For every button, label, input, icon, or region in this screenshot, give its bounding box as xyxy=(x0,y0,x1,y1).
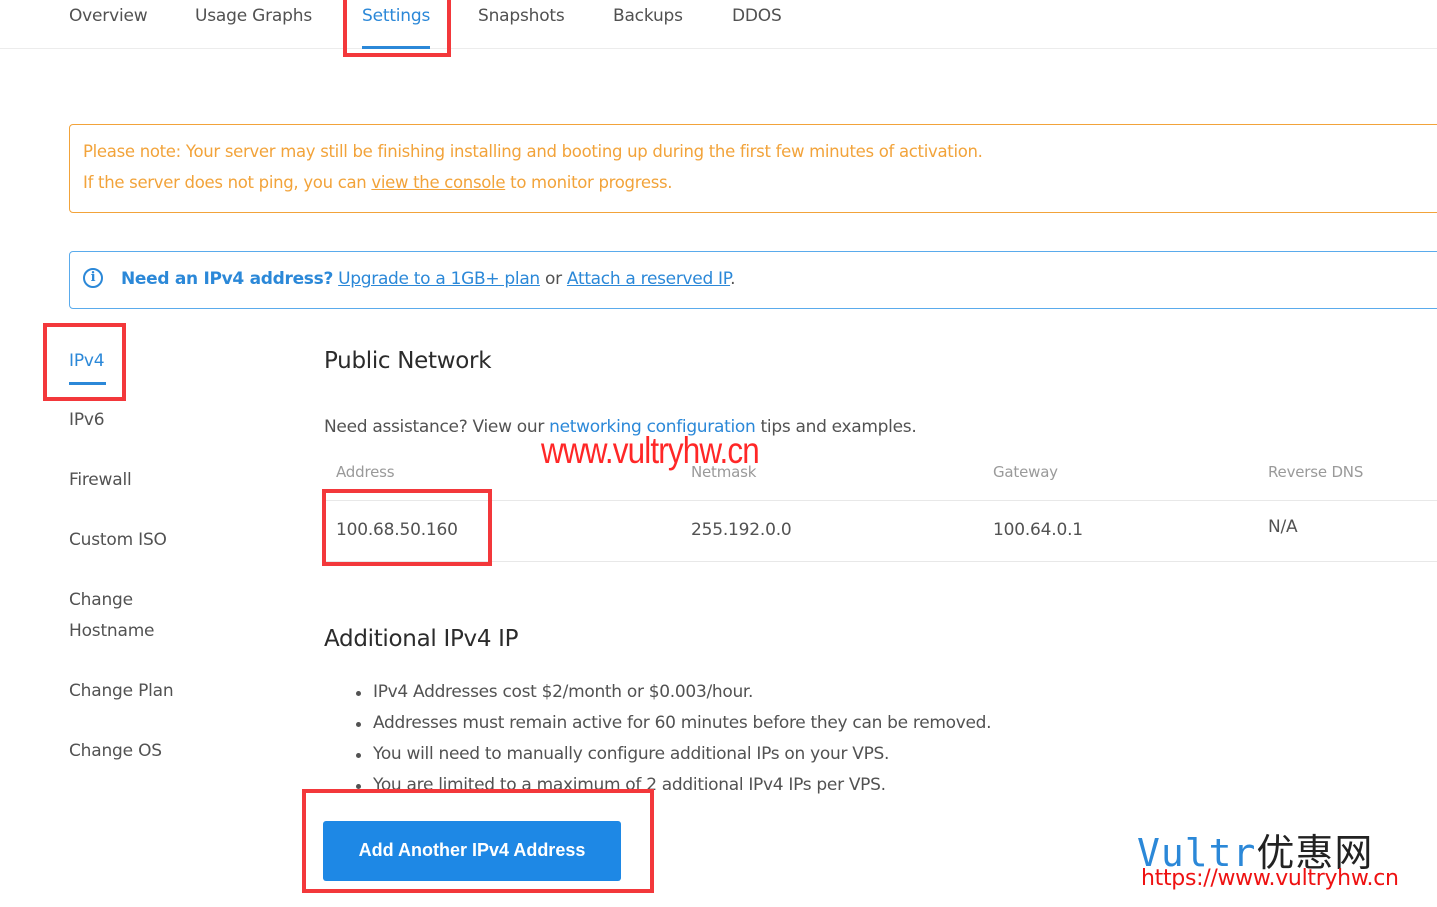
table-divider xyxy=(324,561,1437,562)
sidebar-item-ipv6[interactable]: IPv6 xyxy=(69,405,105,436)
assist-text-end: tips and examples. xyxy=(755,417,917,437)
cell-address: 100.68.50.160 xyxy=(336,520,458,540)
add-another-ipv4-button[interactable]: Add Another IPv4 Address xyxy=(323,821,621,881)
list-item: Addresses must remain active for 60 minu… xyxy=(355,711,992,742)
tab-snapshots[interactable]: Snapshots xyxy=(478,6,565,26)
cell-netmask: 255.192.0.0 xyxy=(691,520,792,540)
additional-ipv4-title: Additional IPv4 IP xyxy=(324,626,519,652)
sidebar-item-ipv4[interactable]: IPv4 xyxy=(69,346,107,385)
column-header-address: Address xyxy=(336,463,395,481)
sidebar-item-custom-iso[interactable]: Custom ISO xyxy=(69,525,167,556)
sidebar-item-change-plan[interactable]: Change Plan xyxy=(69,676,174,707)
sidebar-item-change-hostname[interactable]: Change Hostname xyxy=(69,585,179,647)
sidebar-item-change-os[interactable]: Change OS xyxy=(69,736,162,767)
info-period: . xyxy=(730,269,736,289)
info-text: Need an IPv4 address? Upgrade to a 1GB+ … xyxy=(121,269,735,289)
top-tab-bar: Overview Usage Graphs Settings Snapshots… xyxy=(0,0,1437,49)
notice-line-2: If the server does not ping, you can vie… xyxy=(83,173,673,192)
notice-text-end: to monitor progress. xyxy=(505,173,673,192)
sidebar-item-firewall[interactable]: Firewall xyxy=(69,465,132,496)
additional-ipv4-notes: IPv4 Addresses cost $2/month or $0.003/h… xyxy=(355,680,992,804)
tab-usage-graphs[interactable]: Usage Graphs xyxy=(195,6,312,26)
tab-backups[interactable]: Backups xyxy=(613,6,683,26)
tab-overview[interactable]: Overview xyxy=(69,6,148,26)
public-network-title: Public Network xyxy=(324,348,492,374)
notice-line-1: Please note: Your server may still be fi… xyxy=(83,142,983,161)
column-header-reverse-dns: Reverse DNS xyxy=(1268,463,1364,481)
view-console-link[interactable]: view the console xyxy=(371,173,505,192)
activation-notice: Please note: Your server may still be fi… xyxy=(69,124,1437,213)
list-item: IPv4 Addresses cost $2/month or $0.003/h… xyxy=(355,680,991,711)
info-or: or xyxy=(539,269,567,289)
brand-url: https://www.vultryhw.cn xyxy=(1141,866,1399,891)
list-item: You are limited to a maximum of 2 additi… xyxy=(355,773,991,804)
ipv4-info-banner: i Need an IPv4 address? Upgrade to a 1GB… xyxy=(69,251,1437,309)
table-divider xyxy=(324,500,1437,501)
assist-text: Need assistance? View our xyxy=(324,417,550,437)
list-item: You will need to manually configure addi… xyxy=(355,742,991,773)
notice-text: If the server does not ping, you can xyxy=(83,173,372,192)
info-circle-icon: i xyxy=(83,268,103,288)
tab-ddos[interactable]: DDOS xyxy=(732,6,782,26)
watermark-text: www.vultryhw.cn xyxy=(541,430,760,471)
column-header-gateway: Gateway xyxy=(993,463,1058,481)
tab-settings[interactable]: Settings xyxy=(362,6,430,49)
info-heading: Need an IPv4 address? xyxy=(121,269,334,289)
cell-reverse-dns[interactable]: N/A xyxy=(1268,517,1298,537)
attach-reserved-ip-link[interactable]: Attach a reserved IP xyxy=(567,269,730,289)
upgrade-plan-link[interactable]: Upgrade to a 1GB+ plan xyxy=(338,269,540,289)
cell-gateway: 100.64.0.1 xyxy=(993,520,1083,540)
